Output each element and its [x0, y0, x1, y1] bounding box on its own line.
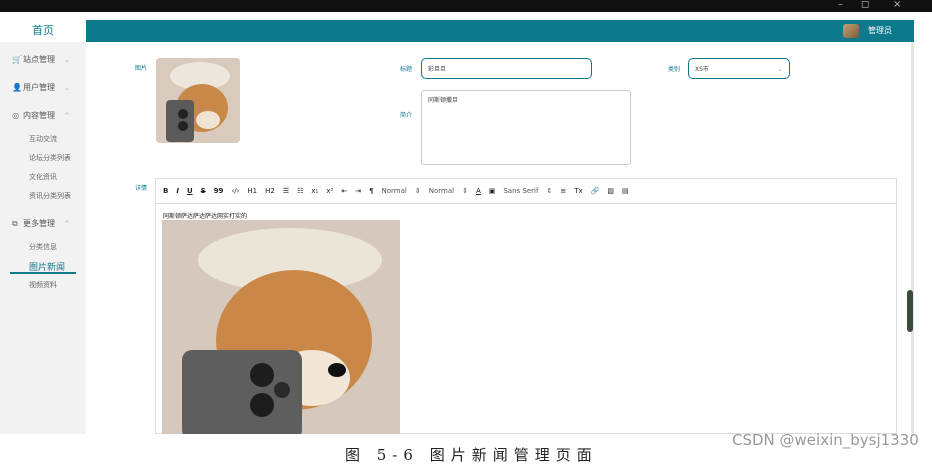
sidebar-section-users[interactable]: 👤 用户管理 ⌄ — [12, 82, 70, 93]
cart-icon: 🛒 — [12, 55, 22, 64]
editor-toolbar: B I U S 99 ‹/› H1 H2 ☰ ☷ x₁ x² ⇤ ⇥ ¶ Nor… — [155, 178, 897, 204]
strike-button[interactable]: S — [201, 187, 206, 195]
link-icon[interactable]: 🔗 — [591, 187, 600, 195]
summary-textarea[interactable]: 同斯顿撒旦 — [421, 90, 631, 165]
chat-icon: ◎ — [12, 111, 19, 120]
sidebar-item-category-info[interactable]: 分类信息 — [29, 242, 57, 252]
code-button[interactable]: ‹/› — [231, 187, 239, 195]
window-titlebar: – ◻ × — [0, 0, 932, 12]
title-value: 彩旦旦 — [428, 66, 447, 73]
sidebar-section-label: 内容管理 — [23, 111, 55, 120]
active-indicator — [10, 272, 76, 274]
watermark: CSDN @weixin_bysj1330 — [732, 431, 919, 449]
maximize-icon[interactable]: ◻ — [861, 0, 869, 12]
font-select[interactable]: Sans Serif — [503, 187, 538, 195]
title-label: 标题 — [400, 66, 413, 73]
bullet-list-button[interactable]: ☷ — [297, 187, 303, 195]
top-header: 管理员 — [86, 20, 914, 42]
direction-button[interactable]: ¶ — [369, 187, 373, 195]
indent-button[interactable]: ⇥ — [355, 187, 361, 195]
background-color-button[interactable]: ▣ — [489, 187, 496, 195]
underline-button[interactable]: U — [187, 187, 193, 195]
header-select[interactable]: Normal — [429, 187, 454, 195]
sidebar-item-culture-news[interactable]: 文化资讯 — [29, 172, 57, 182]
bold-button[interactable]: B — [163, 187, 168, 195]
sidebar-section-label: 站点管理 — [23, 55, 55, 64]
close-icon[interactable]: × — [893, 0, 901, 12]
video-icon[interactable]: ▤ — [622, 187, 629, 195]
size-select[interactable]: Normal — [382, 187, 407, 195]
detail-label: 详情 — [135, 185, 148, 192]
news-image-thumbnail[interactable] — [156, 58, 240, 143]
editor-image — [162, 220, 400, 434]
italic-button[interactable]: I — [176, 187, 179, 195]
image-icon[interactable]: ▨ — [607, 187, 614, 195]
admin-name[interactable]: 管理员 — [868, 25, 892, 36]
figure-caption: 图 5-6 图片新闻管理页面 — [345, 446, 598, 464]
h1-button[interactable]: H1 — [247, 187, 257, 195]
select-arrow-icon: ⇕ — [462, 186, 468, 195]
quote-button[interactable]: 99 — [214, 187, 224, 195]
ordered-list-button[interactable]: ☰ — [283, 187, 289, 195]
sidebar-section-label: 更多管理 — [23, 219, 55, 228]
select-arrow-icon: ⇕ — [414, 186, 421, 195]
sidebar-section-site[interactable]: 🛒 站点管理 ⌄ — [12, 54, 70, 65]
chevron-down-icon: ⌄ — [64, 83, 70, 92]
category-select[interactable]: XS市 ⌄ — [688, 58, 790, 79]
sidebar-item-video[interactable]: 视频资料 — [29, 280, 57, 290]
summary-label: 简介 — [400, 112, 413, 119]
avatar[interactable] — [843, 24, 859, 38]
chevron-up-icon: ^ — [64, 111, 70, 120]
clear-format-button[interactable]: Tx — [574, 187, 582, 195]
sidebar-section-content[interactable]: ◎ 内容管理 ^ — [12, 110, 70, 121]
outdent-button[interactable]: ⇤ — [341, 187, 347, 195]
copy-icon: ⧉ — [12, 218, 18, 228]
editor-text: 同斯顿萨达萨达萨达网实打实的 — [163, 213, 248, 220]
chevron-up-icon: ^ — [64, 219, 70, 228]
h2-button[interactable]: H2 — [265, 187, 275, 195]
chevron-down-icon: ⌄ — [777, 64, 783, 73]
superscript-button[interactable]: x² — [326, 187, 333, 195]
title-input[interactable]: 彩旦旦 — [421, 58, 592, 79]
chevron-down-icon: ⌄ — [64, 55, 70, 64]
scrollbar-track[interactable] — [911, 42, 914, 434]
dog-photo — [156, 58, 240, 143]
category-value: XS市 — [695, 66, 709, 73]
align-button[interactable]: ≡ — [560, 187, 566, 195]
image-label: 图片 — [135, 65, 148, 72]
sidebar-section-more[interactable]: ⧉ 更多管理 ^ — [12, 218, 70, 229]
select-arrow-icon: ⇕ — [546, 186, 553, 195]
scrollbar-thumb[interactable] — [907, 290, 913, 332]
sidebar-section-label: 用户管理 — [23, 83, 55, 92]
sidebar-item-interaction[interactable]: 互动交流 — [29, 134, 57, 144]
summary-value: 同斯顿撒旦 — [428, 97, 459, 104]
user-icon: 👤 — [12, 83, 22, 92]
home-link[interactable]: 首页 — [0, 20, 86, 42]
dog-photo-large — [162, 220, 400, 434]
sidebar-item-news-category[interactable]: 资讯分类列表 — [29, 191, 71, 201]
subscript-button[interactable]: x₁ — [311, 187, 318, 195]
minimize-icon[interactable]: – — [838, 0, 843, 12]
font-color-button[interactable]: A — [476, 187, 481, 195]
category-label: 类别 — [668, 66, 681, 73]
sidebar-item-forum-category[interactable]: 论坛分类列表 — [29, 153, 71, 163]
